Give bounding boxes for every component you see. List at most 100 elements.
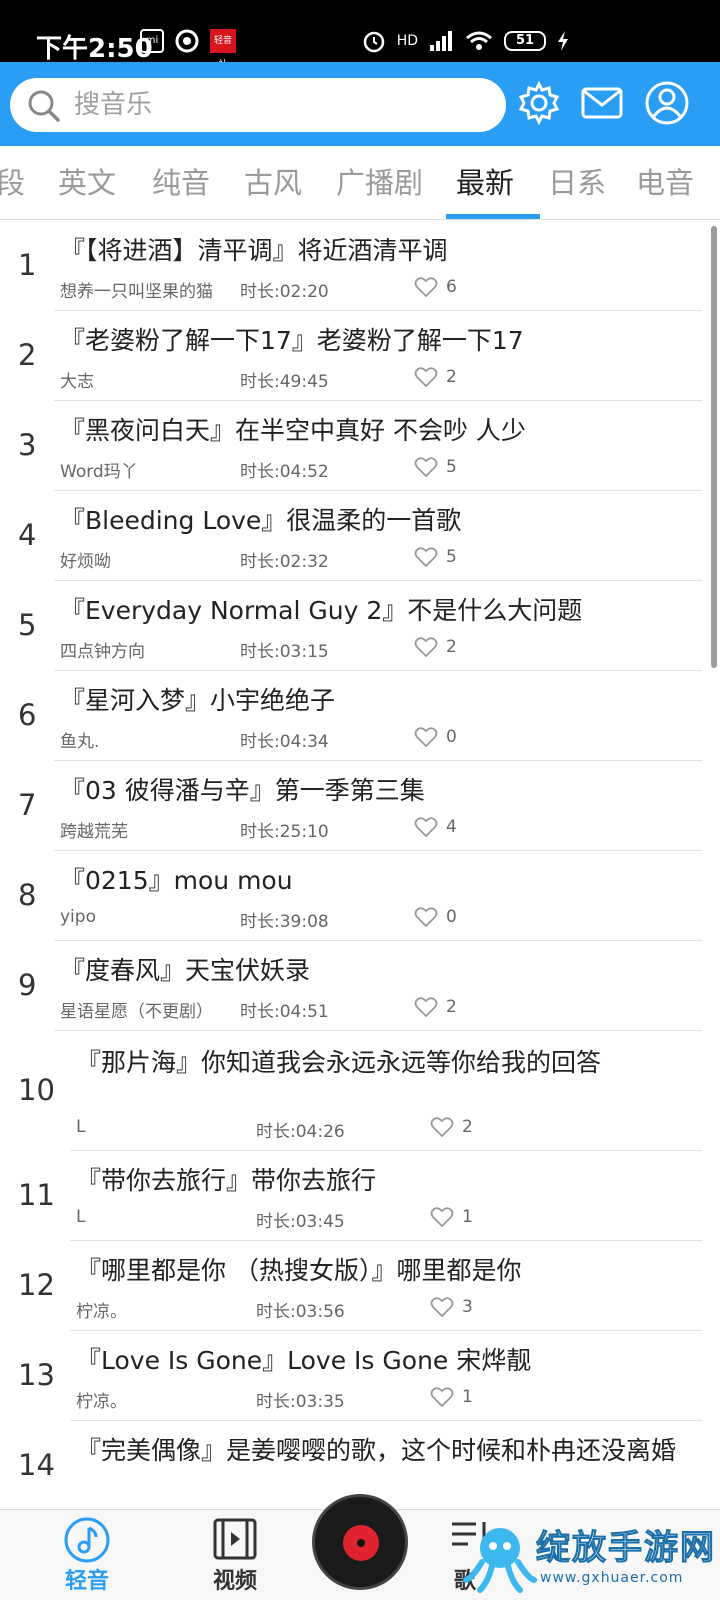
like-count: 2 bbox=[446, 637, 457, 657]
nav-video[interactable]: 视频 bbox=[180, 1510, 290, 1600]
now-playing-disc[interactable] bbox=[312, 1494, 408, 1590]
song-title: 『Love Is Gone』Love Is Gone 宋烨靓 bbox=[76, 1346, 532, 1375]
disc-hole bbox=[357, 1539, 365, 1547]
list-item[interactable]: 8 『0215』mou mou yipo 时长:39:08 0 bbox=[0, 851, 720, 941]
song-title: 『03 彼得潘与辛』第一季第三集 bbox=[60, 776, 425, 805]
list-item-body: 『【将进酒】清平调』将近酒清平调 想养一只叫坚果的猫 时长:02:20 6 bbox=[54, 221, 702, 311]
active-tab-indicator bbox=[446, 214, 540, 219]
list-item-number: 3 bbox=[18, 428, 37, 462]
browser-app-icon bbox=[175, 29, 199, 53]
tab-english[interactable]: 英文 bbox=[58, 146, 116, 219]
song-title: 『【将进酒】清平调』将近酒清平调 bbox=[60, 236, 448, 265]
tab-partial[interactable]: 段 bbox=[0, 146, 25, 219]
like-count: 5 bbox=[446, 547, 457, 567]
watermark-text: 绽放手游网 bbox=[536, 1528, 716, 1569]
list-item-number: 10 bbox=[18, 1073, 55, 1107]
list-item-number: 12 bbox=[18, 1268, 55, 1302]
tab-pure-music[interactable]: 纯音 bbox=[152, 146, 210, 219]
like-heart-icon[interactable] bbox=[430, 1206, 454, 1228]
status-app-icons: mi 轻音社 bbox=[140, 28, 236, 70]
song-title: 『完美偶像』是姜嘤嘤的歌，这个时候和朴冉还没离婚 bbox=[76, 1436, 677, 1465]
watermark-url: www.gxhuaer.com bbox=[540, 1570, 684, 1586]
list-item-number: 13 bbox=[18, 1358, 55, 1392]
list-item-number: 14 bbox=[18, 1448, 55, 1482]
like-heart-icon[interactable] bbox=[414, 636, 438, 658]
category-tabs: 段 英文 纯音 古风 广播剧 最新 日系 电音 bbox=[0, 146, 720, 220]
like-heart-icon[interactable] bbox=[430, 1296, 454, 1318]
song-author: 柠凉。 bbox=[76, 1302, 127, 1322]
list-item[interactable]: 11 『带你去旅行』带你去旅行 L 时长:03:45 1 bbox=[0, 1151, 720, 1241]
status-right-icons: HD 51 bbox=[361, 28, 570, 54]
mi-app-icon: mi bbox=[140, 29, 164, 53]
song-author: 想养一只叫坚果的猫 bbox=[60, 282, 213, 302]
song-title: 『那片海』你知道我会永远永远等你给我的回答 bbox=[76, 1048, 602, 1077]
song-duration: 时长:04:34 bbox=[240, 732, 329, 752]
song-duration: 时长:39:08 bbox=[240, 912, 329, 932]
tab-electronic[interactable]: 电音 bbox=[636, 146, 694, 219]
song-author: 大志 bbox=[60, 372, 94, 392]
list-item[interactable]: 5 『Everyday Normal Guy 2』不是什么大问题 四点钟方向 时长:0… bbox=[0, 581, 720, 671]
like-heart-icon[interactable] bbox=[430, 1116, 454, 1138]
song-duration: 时长:04:52 bbox=[240, 462, 329, 482]
like-heart-icon[interactable] bbox=[414, 726, 438, 748]
song-title: 『老婆粉了解一下17』老婆粉了解一下17 bbox=[60, 326, 524, 355]
song-title: 『黑夜问白天』在半空中真好 不会吵 人少 bbox=[60, 416, 526, 445]
list-item-body: 『老婆粉了解一下17』老婆粉了解一下17 大志 时长:49:45 2 bbox=[54, 311, 702, 401]
song-title: 『Bleeding Love』很温柔的一首歌 bbox=[60, 506, 462, 535]
like-heart-icon[interactable] bbox=[414, 996, 438, 1018]
user-icon[interactable] bbox=[644, 80, 690, 126]
list-item[interactable]: 9 『度春风』天宝伏妖录 星语星愿（不更剧） 时长:04:51 2 bbox=[0, 941, 720, 1031]
like-heart-icon[interactable] bbox=[414, 546, 438, 568]
list-item-number: 9 bbox=[18, 968, 37, 1002]
like-heart-icon[interactable] bbox=[414, 366, 438, 388]
status-time: 下午2:50 bbox=[36, 34, 153, 64]
song-author: 四点钟方向 bbox=[60, 642, 145, 662]
song-duration: 时长:04:26 bbox=[256, 1122, 345, 1142]
search-icon bbox=[28, 90, 60, 122]
like-count: 2 bbox=[462, 1117, 473, 1137]
list-item[interactable]: 2 『老婆粉了解一下17』老婆粉了解一下17 大志 时长:49:45 2 bbox=[0, 311, 720, 401]
list-item[interactable]: 6 『星河入梦』小宇绝绝子 鱼丸. 时长:04:34 0 bbox=[0, 671, 720, 761]
list-item-body: 『星河入梦』小宇绝绝子 鱼丸. 时长:04:34 0 bbox=[54, 671, 702, 761]
nav-qingyin[interactable]: 轻音 bbox=[32, 1510, 142, 1600]
song-duration: 时长:03:56 bbox=[256, 1302, 345, 1322]
list-item[interactable]: 1 『【将进酒】清平调』将近酒清平调 想养一只叫坚果的猫 时长:02:20 6 bbox=[0, 221, 720, 311]
network-label: HD bbox=[396, 33, 418, 49]
like-heart-icon[interactable] bbox=[414, 456, 438, 478]
list-item-body: 『哪里都是你 （热搜女版）』哪里都是你 柠凉。 时长:03:56 3 bbox=[70, 1241, 702, 1331]
song-author: 跨越荒芜 bbox=[60, 822, 128, 842]
signal-icon bbox=[430, 31, 452, 51]
like-count: 1 bbox=[462, 1387, 473, 1407]
song-author: L bbox=[76, 1117, 86, 1137]
status-bar: 下午2:50 mi 轻音社 HD 51 bbox=[0, 0, 720, 70]
gear-icon[interactable] bbox=[516, 80, 562, 126]
song-author: 鱼丸. bbox=[60, 732, 100, 752]
tab-radio-drama[interactable]: 广播剧 bbox=[336, 146, 423, 219]
tab-ancient[interactable]: 古风 bbox=[244, 146, 302, 219]
list-item[interactable]: 7 『03 彼得潘与辛』第一季第三集 跨越荒芜 时长:25:10 4 bbox=[0, 761, 720, 851]
list-item[interactable]: 3 『黑夜问白天』在半空中真好 不会吵 人少 Word玛丫 时长:04:52 5 bbox=[0, 401, 720, 491]
song-author: Word玛丫 bbox=[60, 462, 138, 482]
tab-latest[interactable]: 最新 bbox=[456, 146, 514, 219]
like-heart-icon[interactable] bbox=[414, 906, 438, 928]
search-input[interactable] bbox=[74, 78, 494, 132]
song-duration: 时长:02:32 bbox=[240, 552, 329, 572]
song-title: 『星河入梦』小宇绝绝子 bbox=[60, 686, 336, 715]
song-duration: 时长:04:51 bbox=[240, 1002, 329, 1022]
song-author: 柠凉。 bbox=[76, 1392, 127, 1412]
list-item[interactable]: 12 『哪里都是你 （热搜女版）』哪里都是你 柠凉。 时长:03:56 3 bbox=[0, 1241, 720, 1331]
song-duration: 时长:03:35 bbox=[256, 1392, 345, 1412]
list-item-body: 『0215』mou mou yipo 时长:39:08 0 bbox=[54, 851, 702, 941]
list-item[interactable]: 10 『那片海』你知道我会永远永远等你给我的回答 L 时长:04:26 2 bbox=[0, 1031, 720, 1151]
mail-icon[interactable] bbox=[580, 80, 624, 126]
search-bar[interactable] bbox=[10, 78, 506, 132]
list-item[interactable]: 13 『Love Is Gone』Love Is Gone 宋烨靓柠凉。 时长:03… bbox=[0, 1331, 720, 1421]
tab-japanese[interactable]: 日系 bbox=[548, 146, 606, 219]
list-item[interactable]: 4 『Bleeding Love』很温柔的一首歌 好烦呦 时长:02:32 5 bbox=[0, 491, 720, 581]
like-heart-icon[interactable] bbox=[414, 276, 438, 298]
like-heart-icon[interactable] bbox=[430, 1386, 454, 1408]
list-scrollbar[interactable] bbox=[711, 226, 717, 668]
octopus-logo-icon bbox=[463, 1528, 537, 1593]
like-heart-icon[interactable] bbox=[414, 816, 438, 838]
song-duration: 时长:03:45 bbox=[256, 1212, 345, 1232]
